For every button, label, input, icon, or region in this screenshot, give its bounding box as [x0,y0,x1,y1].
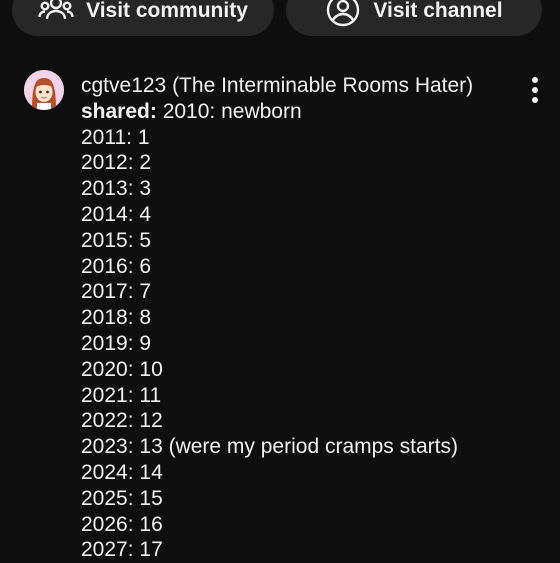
comment-line: 2019: 9 [81,331,152,355]
comment-line: 2014: 4 [81,202,152,226]
comment-line: 2027: 17 [81,538,163,562]
comment-line: 2026: 16 [81,512,163,536]
comment-line: 2010: newborn [156,99,302,123]
comment-author[interactable]: cgtve123 (The Interminable Rooms Hater) [81,73,511,99]
top-action-bar: Visit community Visit channel [0,0,560,40]
comment-line: 2015: 5 [81,228,152,252]
visit-community-label: Visit community [86,0,248,22]
avatar[interactable] [24,70,64,110]
comment-line: 2022: 12 [81,409,163,433]
comment-line: 2018: 8 [81,306,152,330]
comment-line: 2020: 10 [81,357,163,381]
comment-line: 2023: 13 (were my period cramps starts) [81,435,458,459]
people-icon [38,0,74,28]
visit-community-button[interactable]: Visit community [12,0,274,36]
comment-body: cgtve123 (The Interminable Rooms Hater) … [81,73,511,563]
comment-line: 2017: 7 [81,280,152,304]
comment-line: 2024: 14 [81,460,163,484]
more-vertical-icon[interactable] [520,74,550,106]
comment-line: 2013: 3 [81,177,152,201]
comment-line: 2016: 6 [81,254,152,278]
visit-channel-button[interactable]: Visit channel [286,0,542,36]
comment-line: 2012: 2 [81,151,152,175]
comment-line: 2021: 11 [81,383,162,407]
visit-channel-label: Visit channel [373,0,503,22]
shared-label: shared: [81,99,157,123]
comment-line: 2011: 1 [81,125,150,149]
account-icon [325,0,361,28]
comment-first-line: shared: 2010: newborn [81,99,511,125]
comment-line: 2025: 15 [81,486,163,510]
